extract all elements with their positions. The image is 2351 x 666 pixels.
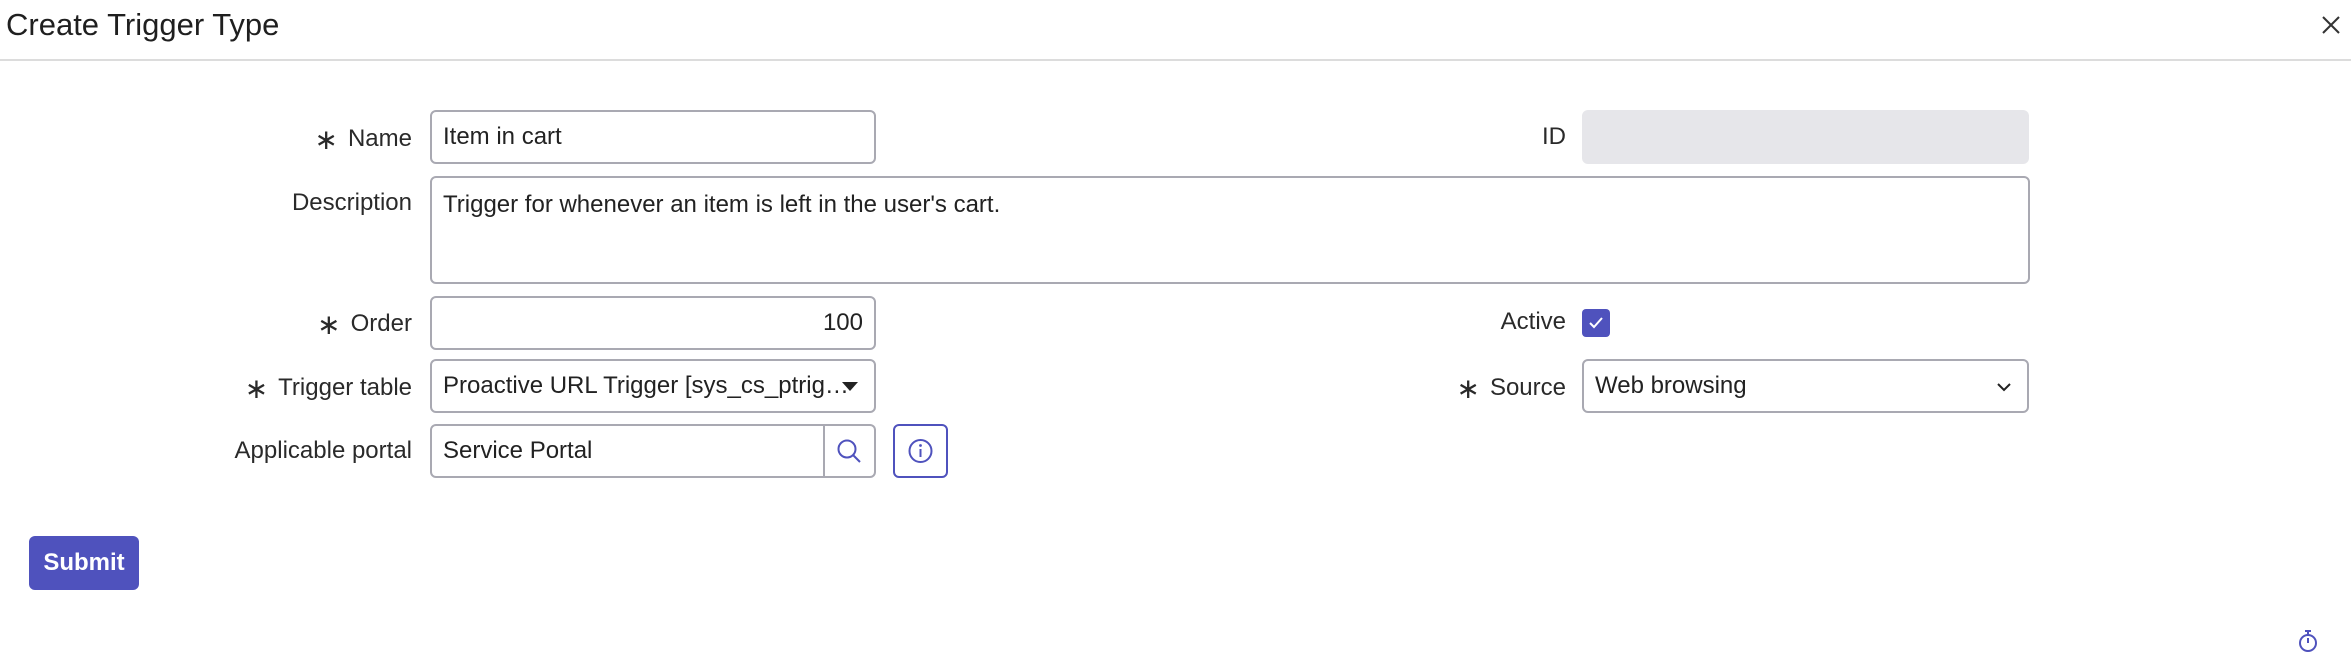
- submit-button[interactable]: Submit: [29, 536, 139, 590]
- applicable-portal-field[interactable]: Service Portal: [430, 424, 825, 478]
- source-value: Web browsing: [1595, 372, 1747, 399]
- required-marker: ∗: [314, 124, 338, 155]
- lookup-button[interactable]: [825, 424, 876, 478]
- order-label: ∗ Order: [317, 309, 412, 340]
- id-field: [1582, 110, 2029, 164]
- applicable-portal-label: Applicable portal: [234, 437, 412, 464]
- required-marker: ∗: [1456, 373, 1480, 404]
- trigger-table-select[interactable]: Proactive URL Trigger [sys_cs_ptrig…: [430, 359, 876, 413]
- info-button[interactable]: [893, 424, 948, 478]
- dialog-header: Create Trigger Type: [0, 0, 2351, 61]
- chevron-down-icon: [1997, 383, 2011, 392]
- name-field[interactable]: Item in cart: [430, 110, 876, 164]
- stopwatch-icon[interactable]: [2297, 629, 2319, 653]
- close-icon[interactable]: [2318, 12, 2344, 38]
- id-label: ID: [1542, 123, 1566, 150]
- trigger-table-label: ∗ Trigger table: [244, 373, 412, 404]
- caret-down-icon: [842, 382, 858, 391]
- description-label: Description: [291, 189, 412, 216]
- search-icon: [837, 439, 861, 463]
- description-field[interactable]: Trigger for whenever an item is left in …: [430, 176, 2030, 284]
- source-label: ∗ Source: [1456, 373, 1566, 404]
- dialog-title: Create Trigger Type: [6, 7, 280, 42]
- active-label: Active: [1500, 308, 1566, 335]
- info-icon: [908, 439, 933, 463]
- required-marker: ∗: [317, 309, 341, 340]
- required-marker: ∗: [244, 373, 269, 404]
- active-checkbox[interactable]: [1582, 309, 1610, 337]
- name-label: ∗ Name: [314, 124, 413, 155]
- order-field[interactable]: 100: [430, 296, 876, 350]
- source-select[interactable]: Web browsing: [1582, 359, 2029, 413]
- checkmark-icon: [1589, 317, 1603, 329]
- trigger-table-value: Proactive URL Trigger [sys_cs_ptrig…: [443, 372, 849, 399]
